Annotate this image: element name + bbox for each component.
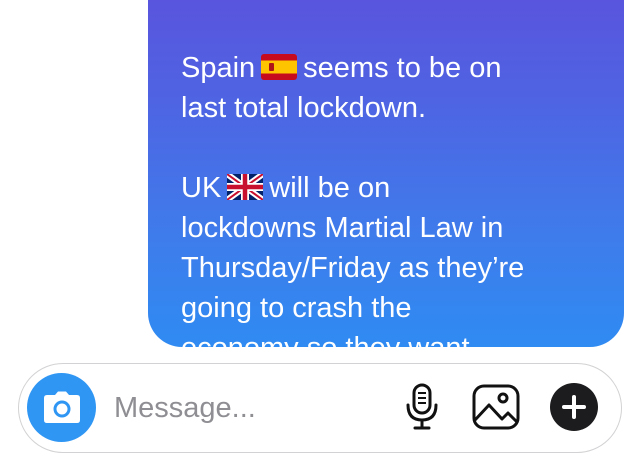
message-line-2: last total lockdown. (181, 92, 427, 124)
message-composer: Message... (18, 363, 622, 453)
spain-flag-icon (261, 54, 298, 80)
message-text-spain: Spain (181, 52, 256, 84)
message-line-1: Spain seems to be on (181, 8, 604, 88)
plus-icon (562, 395, 586, 419)
voice-message-button[interactable] (397, 382, 447, 432)
message-text-uk-rest: will be on (269, 172, 391, 204)
uk-flag-icon (227, 174, 264, 200)
message-line-3: UK will be on (181, 128, 604, 208)
camera-icon (43, 391, 80, 423)
microphone-icon (406, 383, 438, 430)
message-text-uk: UK (181, 172, 222, 204)
message-input[interactable]: Message... (114, 391, 256, 425)
more-options-button[interactable] (550, 383, 598, 431)
message-text-spain-rest: seems to be on (303, 52, 502, 84)
camera-button[interactable] (27, 373, 96, 442)
image-gallery-icon (472, 384, 520, 430)
outgoing-message-bubble[interactable]: Spain seems to be on last total lockdown… (148, 0, 624, 404)
gallery-button[interactable] (471, 382, 521, 432)
chat-screen: Spain seems to be on last total lockdown… (0, 0, 640, 468)
